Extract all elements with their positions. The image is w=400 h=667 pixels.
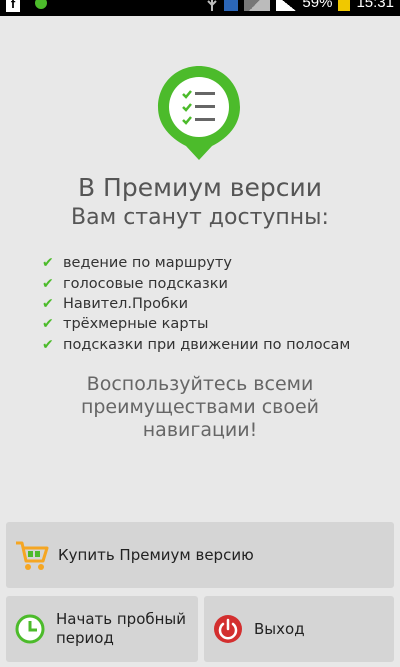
power-icon xyxy=(214,615,242,643)
trial-label-line1: Начать пробный xyxy=(56,610,187,628)
feature-label: трёхмерные карты xyxy=(63,316,209,333)
check-icon: ✔ xyxy=(42,255,54,272)
feature-item: ✔ Навител.Пробки xyxy=(42,294,350,314)
check-icon: ✔ xyxy=(42,336,54,353)
page-title: В Премиум версии xyxy=(77,173,323,202)
promo-line: преимуществами своей xyxy=(80,396,320,418)
feature-item: ✔ голосовые подсказки xyxy=(42,273,350,293)
exit-button[interactable]: Выход xyxy=(204,596,394,662)
promo-text: Воспользуйтесь всеми преимуществами свое… xyxy=(0,373,400,442)
clock-icon xyxy=(15,614,45,644)
feature-item: ✔ ведение по маршруту xyxy=(42,253,350,273)
shopping-cart-icon xyxy=(16,541,49,570)
feature-label: подсказки при движении по полосам xyxy=(63,336,351,353)
usb-icon xyxy=(207,0,218,11)
notification-icon xyxy=(224,0,239,11)
page-subtitle: Вам станут доступны: xyxy=(71,205,329,230)
buy-premium-button[interactable]: Купить Премиум версию xyxy=(6,522,394,588)
feature-item: ✔ подсказки при движении по полосам xyxy=(42,335,350,355)
battery-percent: 59% xyxy=(302,0,333,11)
facebook-icon: f xyxy=(6,0,20,12)
feature-label: ведение по маршруту xyxy=(63,255,232,272)
feature-item: ✔ трёхмерные карты xyxy=(42,314,350,334)
signal-icon xyxy=(276,0,297,11)
check-icon: ✔ xyxy=(42,275,54,292)
clock-time: 15:31 xyxy=(356,0,394,11)
trial-label-line2: период xyxy=(56,629,114,647)
buy-premium-label: Купить Премиум версию xyxy=(58,546,254,564)
status-bar: f 59% 15:31 xyxy=(0,0,400,16)
promo-line: Воспользуйтесь всеми xyxy=(86,373,314,395)
feature-label: голосовые подсказки xyxy=(63,275,228,292)
promo-line: навигации! xyxy=(142,419,258,441)
sim-icon xyxy=(244,0,271,11)
check-icon: ✔ xyxy=(42,316,54,333)
start-trial-button[interactable]: Начать пробный период xyxy=(6,596,198,662)
app-notification-icon xyxy=(35,0,47,9)
check-icon: ✔ xyxy=(42,295,54,312)
feature-label: Навител.Пробки xyxy=(63,295,189,312)
checklist-pin-icon xyxy=(158,66,240,160)
exit-label: Выход xyxy=(254,620,305,638)
feature-list: ✔ ведение по маршруту ✔ голосовые подска… xyxy=(42,253,350,355)
battery-icon xyxy=(338,0,351,11)
